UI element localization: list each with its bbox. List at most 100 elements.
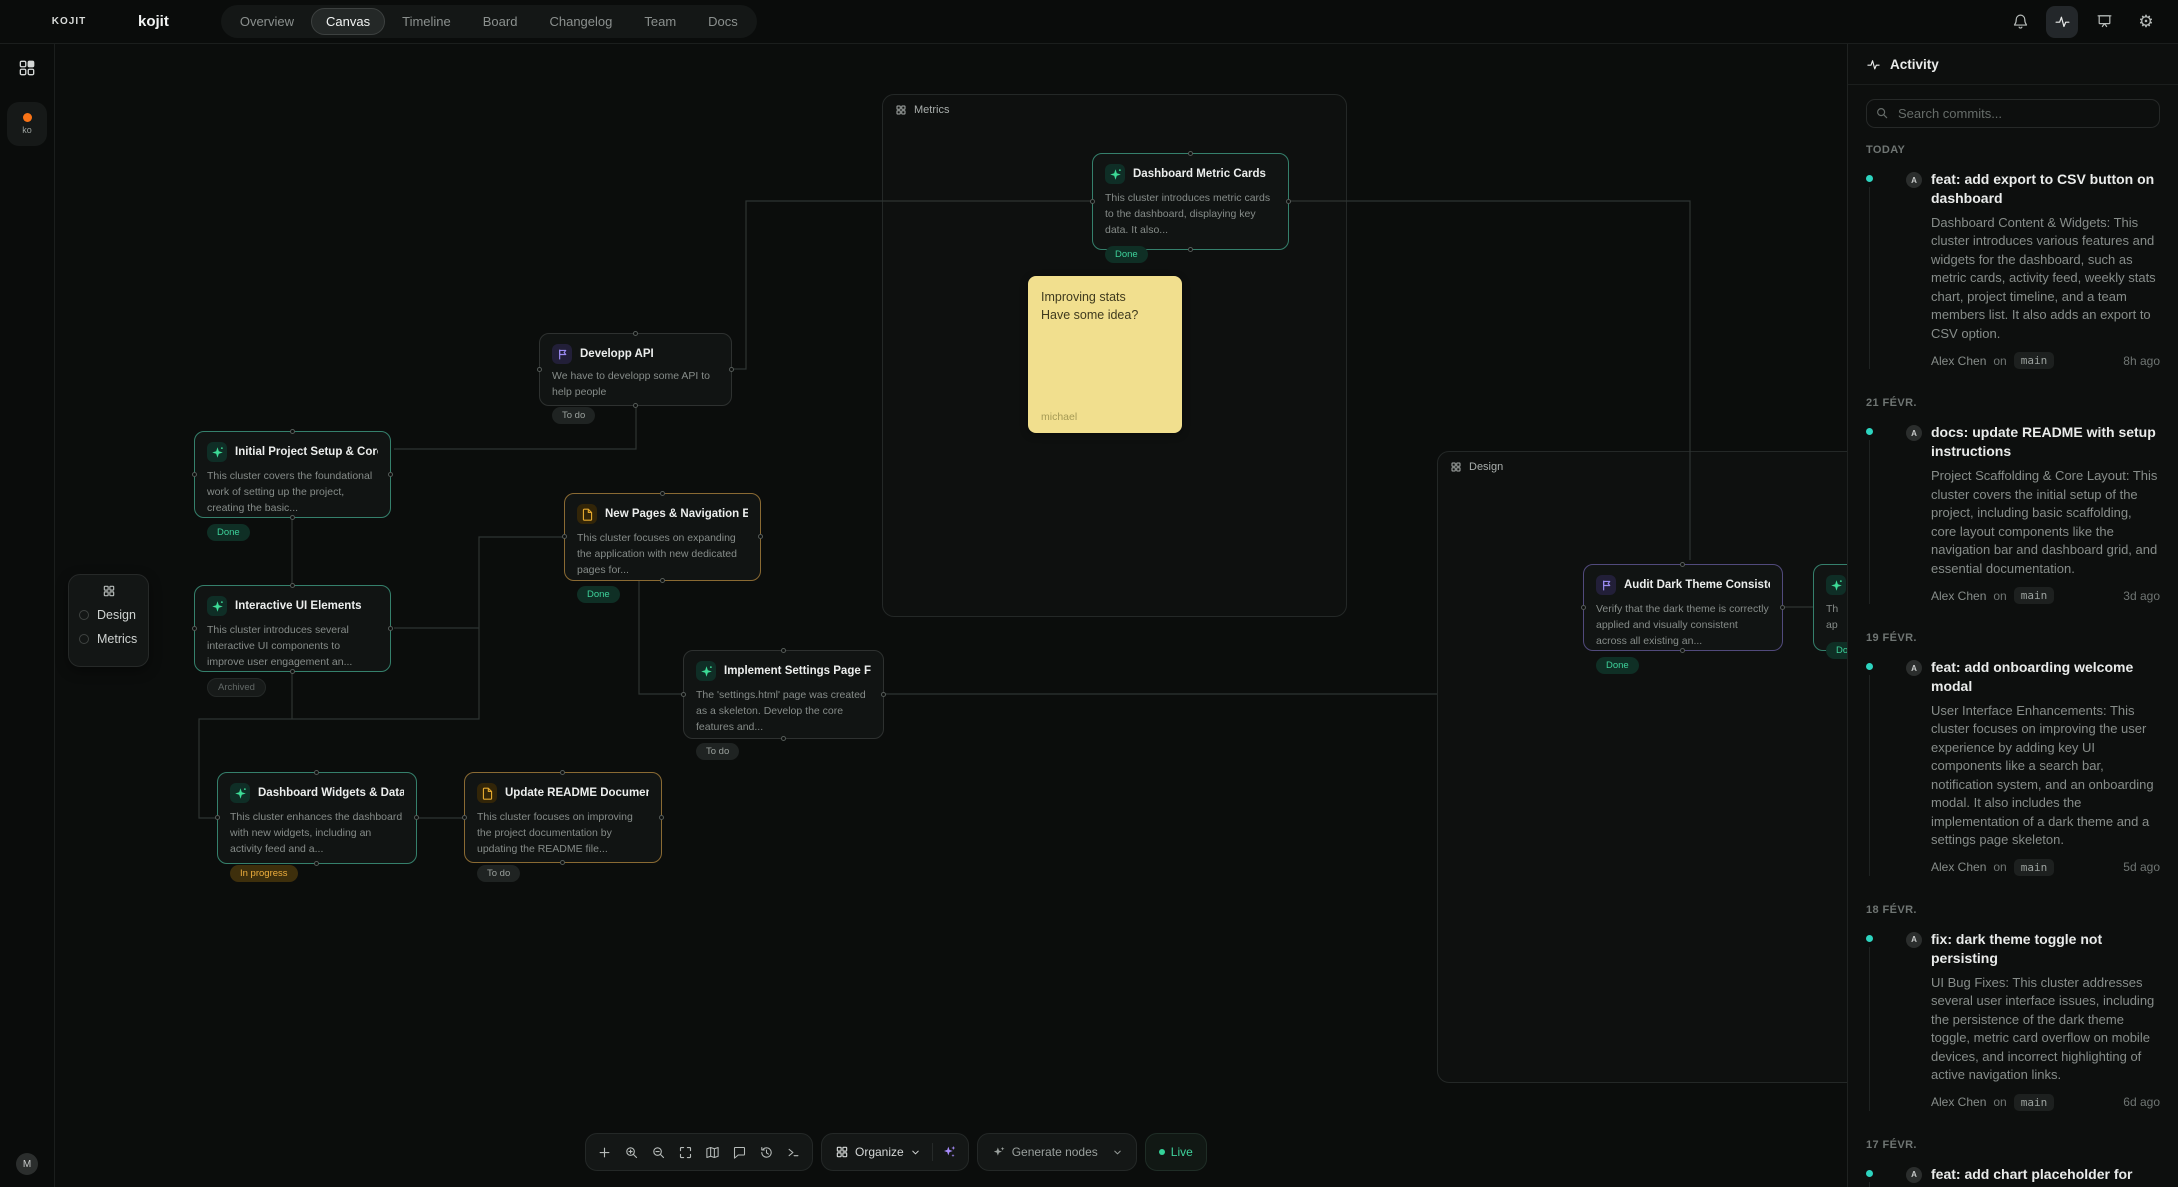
commit-item[interactable]: A fix: dark theme toggle not persisting …: [1866, 930, 2160, 1111]
groups-panel-item-metrics[interactable]: Metrics: [79, 632, 138, 646]
connection-handle[interactable]: [290, 515, 295, 520]
user-avatar[interactable]: M: [16, 1153, 38, 1175]
sticky-note[interactable]: Improving stats Have some idea? michael: [1028, 276, 1182, 433]
commit-title[interactable]: fix: dark theme toggle not persisting: [1931, 930, 2160, 968]
connection-handle[interactable]: [1780, 605, 1785, 610]
connection-handle[interactable]: [881, 692, 886, 697]
notifications-button[interactable]: [2004, 6, 2036, 38]
tab-overview[interactable]: Overview: [225, 8, 309, 35]
document-icon: [577, 504, 597, 524]
minimap-button[interactable]: [699, 1137, 726, 1167]
node-body: Thap: [1826, 602, 1847, 634]
commit-item[interactable]: A feat: add onboarding welcome modal Use…: [1866, 658, 2160, 876]
branch-badge[interactable]: main: [2014, 352, 2055, 369]
commit-title[interactable]: feat: add chart placeholder for weekly s…: [1931, 1165, 2160, 1187]
tab-docs[interactable]: Docs: [693, 8, 753, 35]
branch-badge[interactable]: main: [2014, 587, 2055, 604]
groups-panel: Design Metrics: [68, 574, 149, 667]
connection-handle[interactable]: [562, 534, 567, 539]
connection-handle[interactable]: [462, 815, 467, 820]
branch-badge[interactable]: main: [2014, 859, 2055, 876]
connection-handle[interactable]: [290, 429, 295, 434]
cluster-sparkle-icon: [230, 783, 250, 803]
connection-handle[interactable]: [660, 491, 665, 496]
organize-button[interactable]: Organize: [827, 1137, 929, 1167]
cluster-sparkle-icon: [696, 661, 716, 681]
commit-title[interactable]: docs: update README with setup instructi…: [1931, 423, 2160, 461]
present-button[interactable]: [2088, 6, 2120, 38]
connection-handle[interactable]: [633, 331, 638, 336]
canvas-viewport[interactable]: Metrics Design Dashboard Metric Ca: [55, 44, 1847, 1187]
settings-button[interactable]: ⚙: [2130, 6, 2162, 38]
connection-handle[interactable]: [633, 403, 638, 408]
connection-handle[interactable]: [314, 861, 319, 866]
connection-handle[interactable]: [781, 648, 786, 653]
tab-board[interactable]: Board: [468, 8, 533, 35]
group-frame-design[interactable]: Design: [1437, 451, 1847, 1083]
connection-handle[interactable]: [560, 770, 565, 775]
dashboard-grid-button[interactable]: [17, 58, 37, 78]
commit-item[interactable]: A feat: add chart placeholder for weekly…: [1866, 1165, 2160, 1187]
live-status-button[interactable]: Live: [1145, 1133, 1207, 1171]
connection-handle[interactable]: [1090, 199, 1095, 204]
node-dashboard-widgets-export[interactable]: Dashboard Widgets & Data Export This clu…: [217, 772, 417, 864]
node-implement-settings-page[interactable]: Implement Settings Page Functio... The '…: [683, 650, 884, 739]
connection-handle[interactable]: [414, 815, 419, 820]
tab-team[interactable]: Team: [629, 8, 691, 35]
add-node-button[interactable]: [591, 1137, 618, 1167]
commit-item[interactable]: A feat: add export to CSV button on dash…: [1866, 170, 2160, 369]
history-button[interactable]: [753, 1137, 780, 1167]
tab-timeline[interactable]: Timeline: [387, 8, 466, 35]
node-new-pages-navigation[interactable]: New Pages & Navigation Enhance... This c…: [564, 493, 761, 581]
app-sidebar: ko M: [0, 44, 55, 1187]
connection-handle[interactable]: [1188, 151, 1193, 156]
ai-organize-button[interactable]: [936, 1137, 963, 1167]
connection-handle[interactable]: [729, 367, 734, 372]
connection-handle[interactable]: [781, 736, 786, 741]
generate-nodes-button[interactable]: Generate nodes: [983, 1137, 1131, 1167]
connection-handle[interactable]: [660, 578, 665, 583]
connection-handle[interactable]: [290, 669, 295, 674]
comments-button[interactable]: [726, 1137, 753, 1167]
terminal-button[interactable]: [780, 1137, 807, 1167]
workspace-tile-ko[interactable]: ko: [7, 102, 47, 146]
groups-panel-item-design[interactable]: Design: [79, 608, 138, 622]
node-update-readme[interactable]: Update README Documentation This cluster…: [464, 772, 662, 863]
search-commits-input[interactable]: [1866, 99, 2160, 128]
connection-handle[interactable]: [1286, 199, 1291, 204]
activity-feed[interactable]: TODAY A feat: add export to CSV button o…: [1848, 85, 2178, 1187]
tab-changelog[interactable]: Changelog: [534, 8, 627, 35]
node-interactive-ui-elements[interactable]: Interactive UI Elements This cluster int…: [194, 585, 391, 672]
connection-handle[interactable]: [560, 860, 565, 865]
node-clipped-right[interactable]: Thap Done: [1813, 564, 1847, 651]
commit-item[interactable]: A docs: update README with setup instruc…: [1866, 423, 2160, 604]
node-initial-project-setup[interactable]: Initial Project Setup & Core UI This clu…: [194, 431, 391, 518]
connection-handle[interactable]: [388, 472, 393, 477]
connection-handle[interactable]: [537, 367, 542, 372]
commit-title[interactable]: feat: add onboarding welcome modal: [1931, 658, 2160, 696]
connection-handle[interactable]: [314, 770, 319, 775]
node-audit-dark-theme[interactable]: Audit Dark Theme Consistency A... Verify…: [1583, 564, 1783, 651]
tab-canvas[interactable]: Canvas: [311, 8, 385, 35]
connection-handle[interactable]: [1680, 648, 1685, 653]
zoom-out-button[interactable]: [645, 1137, 672, 1167]
node-developp-api[interactable]: Developp API We have to developp some AP…: [539, 333, 732, 406]
connection-handle[interactable]: [1680, 562, 1685, 567]
connection-handle[interactable]: [1581, 605, 1586, 610]
connection-handle[interactable]: [192, 626, 197, 631]
connection-handle[interactable]: [388, 626, 393, 631]
connection-handle[interactable]: [758, 534, 763, 539]
node-dashboard-metric-cards[interactable]: Dashboard Metric Cards This cluster intr…: [1092, 153, 1289, 250]
connection-handle[interactable]: [290, 583, 295, 588]
connection-handle[interactable]: [659, 815, 664, 820]
connection-handle[interactable]: [192, 472, 197, 477]
connection-handle[interactable]: [215, 815, 220, 820]
connection-handle[interactable]: [1188, 247, 1193, 252]
connection-handle[interactable]: [681, 692, 686, 697]
activity-panel-toggle[interactable]: [2046, 6, 2078, 38]
branch-badge[interactable]: main: [2014, 1094, 2055, 1111]
zoom-in-button[interactable]: [618, 1137, 645, 1167]
fit-view-button[interactable]: [672, 1137, 699, 1167]
activity-pulse-icon: [1866, 57, 1881, 72]
commit-title[interactable]: feat: add export to CSV button on dashbo…: [1931, 170, 2160, 208]
